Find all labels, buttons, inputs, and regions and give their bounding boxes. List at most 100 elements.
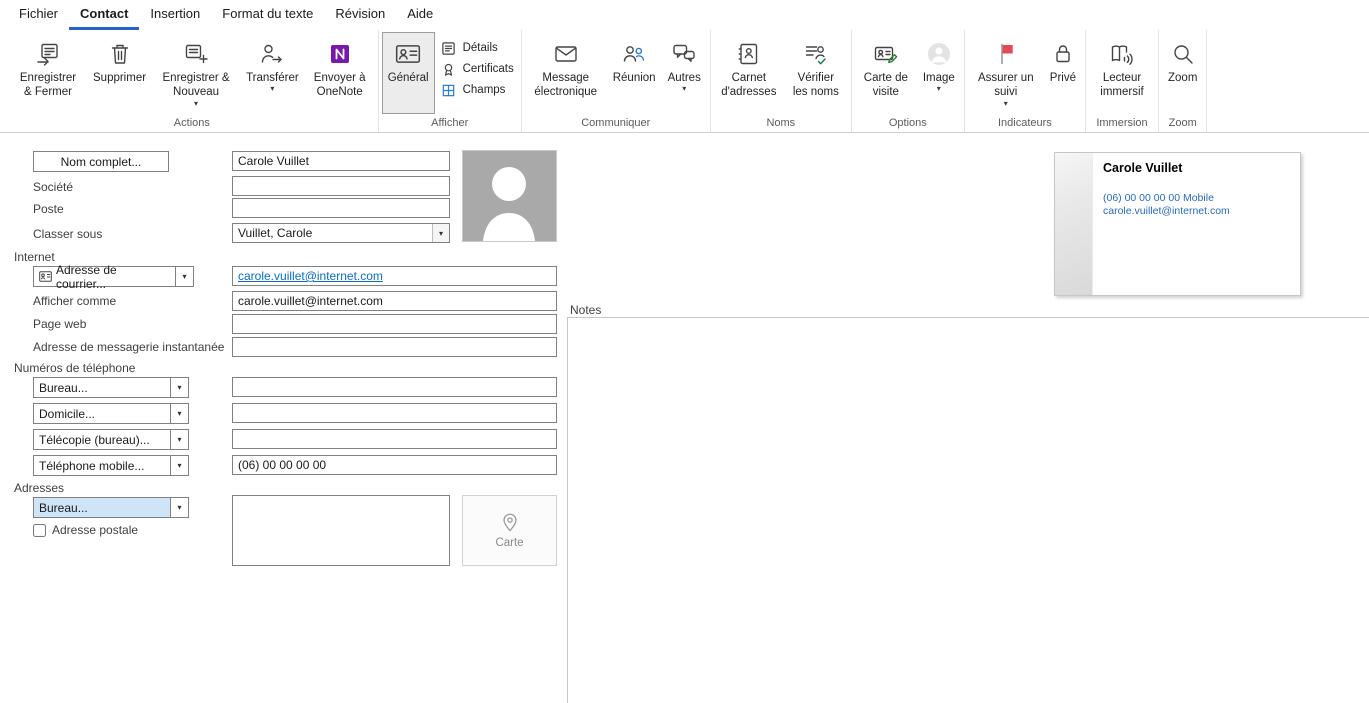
address-book-button[interactable]: Carnet d'adresses — [714, 32, 784, 114]
trash-icon — [107, 37, 133, 71]
menu-tab-format-du-texte[interactable]: Format du texte — [211, 0, 324, 30]
web-page-input[interactable] — [232, 314, 557, 334]
save-new-button[interactable]: Enregistrer & Nouveau ▾ — [152, 32, 240, 114]
phone-type-mobile-button[interactable]: Téléphone mobile... — [33, 455, 171, 476]
meeting-label: Réunion — [612, 72, 656, 84]
contact-form: Nom complet... Société Poste Classer sou… — [0, 133, 1369, 703]
business-card-email: carole.vuillet@internet.com — [1103, 205, 1230, 217]
postal-address-checkbox-row: Adresse postale — [33, 523, 138, 537]
chat-bubbles-icon — [671, 37, 697, 71]
address-type-label: Bureau... — [39, 500, 88, 515]
general-button[interactable]: Général — [381, 32, 435, 114]
follow-up-button[interactable]: Assurer un suivi ▾ — [968, 32, 1044, 114]
ribbon-group-label-communiquer: Communiquer — [581, 117, 651, 129]
phone-business-input[interactable] — [232, 377, 557, 397]
email-type-dropdown-arrow[interactable]: ▾ — [176, 266, 194, 287]
job-title-label: Poste — [33, 202, 64, 216]
immersive-reader-button[interactable]: Lecteur immersif — [1089, 32, 1155, 114]
full-name-input[interactable] — [232, 151, 450, 171]
chevron-down-icon: ▾ — [1003, 98, 1008, 108]
forward-button[interactable]: Transférer ▾ — [240, 32, 305, 114]
job-title-input[interactable] — [232, 198, 450, 218]
phone-type-fax-dropdown-arrow[interactable]: ▾ — [171, 429, 189, 450]
picture-label: Image — [922, 72, 955, 84]
ribbon-group-label-noms: Noms — [766, 117, 796, 129]
email-type-button[interactable]: Adresse de courrier... — [33, 263, 176, 291]
certificates-button[interactable]: Certificats — [441, 61, 514, 77]
company-input[interactable] — [232, 176, 450, 196]
address-book-label: Carnet d'adresses — [721, 72, 777, 99]
email-message-button[interactable]: Message électronique — [525, 32, 607, 114]
notes-textarea[interactable] — [567, 317, 1369, 703]
chevron-down-icon: ▾ — [194, 98, 199, 108]
phone-type-combo-mobile: Téléphone mobile... ▾ — [33, 455, 189, 476]
fields-grid-icon — [441, 82, 457, 98]
chevron-down-icon: ▾ — [432, 224, 449, 242]
ribbon-group-label-actions: Actions — [173, 117, 210, 129]
file-as-value: Vuillet, Carole — [238, 226, 313, 240]
contact-card-icon — [394, 37, 422, 71]
phone-type-home-button[interactable]: Domicile... — [33, 403, 171, 424]
more-communicate-label: Autres — [667, 72, 701, 84]
private-button[interactable]: Privé — [1044, 32, 1082, 114]
email-message-label: Message électronique — [534, 72, 598, 99]
meeting-button[interactable]: Réunion — [607, 32, 662, 114]
certificate-icon — [441, 61, 457, 77]
phone-type-mobile-label: Téléphone mobile... — [39, 458, 145, 473]
save-new-label: Enregistrer & Nouveau — [162, 72, 230, 99]
details-label: Détails — [462, 42, 498, 54]
map-button[interactable]: Carte — [462, 495, 557, 566]
menu-tab-aide[interactable]: Aide — [396, 0, 444, 30]
chevron-down-icon: ▾ — [270, 84, 275, 94]
address-type-button[interactable]: Bureau... — [33, 497, 171, 518]
zoom-button[interactable]: Zoom — [1162, 32, 1203, 114]
ribbon-group-label-options: Options — [888, 117, 927, 129]
phone-type-business-button[interactable]: Bureau... — [33, 377, 171, 398]
send-to-onenote-button[interactable]: Envoyer à OneNote — [305, 32, 375, 114]
contact-photo-placeholder[interactable] — [462, 150, 557, 242]
address-textarea[interactable] — [232, 495, 450, 566]
menu-tab-insertion[interactable]: Insertion — [139, 0, 211, 30]
phone-type-fax-button[interactable]: Télécopie (bureau)... — [33, 429, 171, 450]
file-as-select[interactable]: Vuillet, Carole ▾ — [232, 223, 450, 243]
full-name-button[interactable]: Nom complet... — [33, 151, 169, 172]
delete-button[interactable]: Supprimer — [87, 32, 152, 114]
fields-button[interactable]: Champs — [441, 82, 514, 98]
ribbon: Enregistrer & Fermer Supprimer Enregistr… — [0, 30, 1369, 133]
display-as-input[interactable] — [232, 291, 557, 311]
postal-address-checkbox[interactable] — [33, 523, 46, 537]
address-type-dropdown-arrow[interactable]: ▾ — [171, 497, 189, 518]
web-page-label: Page web — [33, 317, 87, 331]
phone-type-combo-business: Bureau... ▾ — [33, 377, 189, 398]
email-input[interactable] — [232, 266, 557, 286]
private-label: Privé — [1049, 72, 1076, 84]
lock-icon — [1050, 37, 1076, 71]
save-close-button[interactable]: Enregistrer & Fermer — [9, 32, 87, 114]
ribbon-group-label-zoom: Zoom — [1168, 117, 1197, 129]
im-address-input[interactable] — [232, 337, 557, 357]
phone-mobile-input[interactable] — [232, 455, 557, 475]
phone-type-mobile-dropdown-arrow[interactable]: ▾ — [171, 455, 189, 476]
forward-label: Transférer — [246, 72, 299, 84]
delete-label: Supprimer — [93, 72, 147, 84]
phone-type-home-dropdown-arrow[interactable]: ▾ — [171, 403, 189, 424]
phone-type-business-dropdown-arrow[interactable]: ▾ — [171, 377, 189, 398]
outlook-contact-window: Fichier Contact Insertion Format du text… — [0, 0, 1369, 703]
business-card-button[interactable]: Carte de visite — [855, 32, 917, 114]
business-card-preview[interactable]: Carole Vuillet (06) 00 00 00 00 Mobile c… — [1054, 152, 1301, 296]
forward-icon — [259, 37, 285, 71]
ribbon-group-actions: Enregistrer & Fermer Supprimer Enregistr… — [6, 30, 379, 132]
details-button[interactable]: Détails — [441, 40, 514, 56]
phone-fax-input[interactable] — [232, 429, 557, 449]
menu-tab-contact[interactable]: Contact — [69, 0, 140, 30]
menu-tab-fichier[interactable]: Fichier — [8, 0, 69, 30]
more-communicate-button[interactable]: Autres ▾ — [662, 32, 707, 114]
phone-home-input[interactable] — [232, 403, 557, 423]
picture-button[interactable]: Image ▾ — [917, 32, 961, 114]
fields-label: Champs — [462, 84, 506, 96]
menu-tab-revision[interactable]: Révision — [324, 0, 396, 30]
business-card-body: Carole Vuillet (06) 00 00 00 00 Mobile c… — [1093, 153, 1300, 295]
menubar: Fichier Contact Insertion Format du text… — [0, 0, 1369, 30]
check-names-button[interactable]: Vérifier les noms — [784, 32, 848, 114]
general-label: Général — [387, 72, 429, 84]
